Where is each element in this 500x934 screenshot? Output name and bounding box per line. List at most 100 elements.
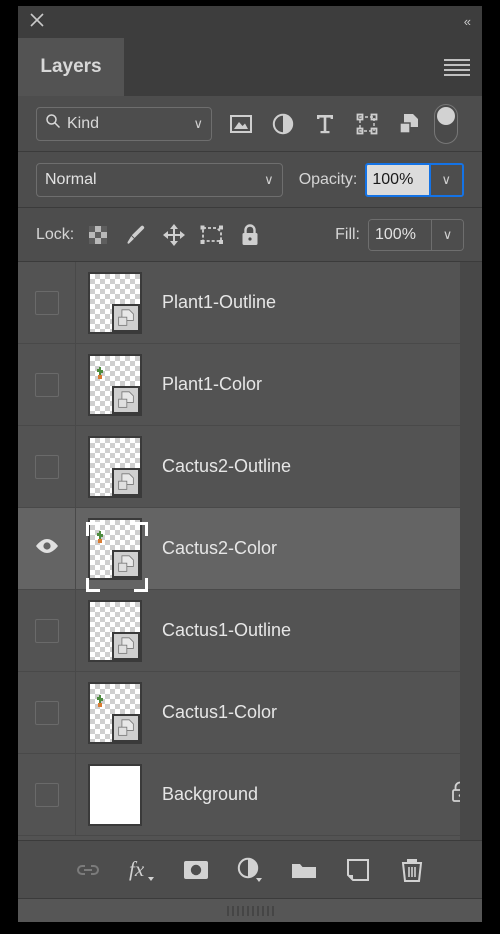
layer-thumbnail	[88, 681, 142, 744]
smart-object-badge-icon	[112, 631, 140, 660]
tab-layers[interactable]: Layers	[18, 38, 124, 96]
layer-visibility-cell[interactable]	[18, 590, 76, 671]
collapse-panel-icon[interactable]: «	[464, 13, 471, 31]
layer-thumbnail	[88, 517, 142, 580]
fill-label: Fill:	[335, 225, 360, 243]
layer-name[interactable]: Cactus2-Color	[154, 538, 438, 559]
cactus-artwork-icon	[97, 366, 103, 379]
opacity-field-group[interactable]: 100% ∨	[365, 162, 464, 197]
eye-toggle-empty-icon[interactable]	[34, 290, 59, 315]
layer-name[interactable]: Cactus1-Outline	[154, 620, 438, 641]
close-icon[interactable]	[28, 13, 46, 31]
fill-input[interactable]: 100%	[369, 219, 431, 250]
layer-visibility-cell[interactable]	[18, 672, 76, 753]
type-layer-filter-icon[interactable]	[312, 111, 338, 137]
lock-position-icon[interactable]	[162, 223, 186, 247]
blend-mode-select[interactable]: Normal ∨	[36, 162, 283, 197]
layer-visibility-cell[interactable]	[18, 262, 76, 343]
layer-visibility-cell[interactable]	[18, 344, 76, 425]
table-row[interactable]: Cactus1-Outline	[18, 590, 482, 672]
table-row[interactable]: Plant1-Color	[18, 344, 482, 426]
eye-toggle-empty-icon[interactable]	[34, 700, 59, 725]
lock-icon-group	[86, 223, 262, 247]
layer-effects-fx-icon[interactable]: fx	[127, 855, 157, 885]
eye-toggle-empty-icon[interactable]	[34, 618, 59, 643]
eye-toggle-empty-icon[interactable]	[34, 782, 59, 807]
pixel-layer-filter-icon[interactable]	[228, 111, 254, 137]
link-layers-icon[interactable]	[73, 855, 103, 885]
layer-thumbnail	[88, 599, 142, 662]
layer-visibility-cell[interactable]	[18, 754, 76, 835]
layers-panel: « Layers Kind ∨ Normal ∨ Opacity: 100% ∨…	[18, 6, 482, 922]
opacity-input[interactable]: 100%	[367, 164, 429, 195]
blend-mode-value: Normal	[45, 170, 97, 188]
layer-thumbnail-cell[interactable]	[76, 353, 154, 416]
blend-opacity-row: Normal ∨ Opacity: 100% ∨	[18, 152, 482, 208]
layer-visibility-cell[interactable]	[18, 426, 76, 507]
layer-name[interactable]: Plant1-Outline	[154, 292, 438, 313]
layer-name[interactable]: Cactus2-Outline	[154, 456, 438, 477]
layer-name[interactable]: Cactus1-Color	[154, 702, 438, 723]
smart-object-badge-icon	[112, 385, 140, 414]
layer-thumbnail	[88, 271, 142, 334]
new-layer-icon[interactable]	[343, 855, 373, 885]
smart-object-badge-icon	[112, 713, 140, 742]
lock-artboard-nesting-icon[interactable]	[200, 223, 224, 247]
layer-name[interactable]: Plant1-Color	[154, 374, 438, 395]
table-row[interactable]: Plant1-Outline	[18, 262, 482, 344]
smart-object-badge-icon	[112, 549, 140, 578]
layer-thumbnail	[88, 435, 142, 498]
table-row[interactable]: Cactus1-Color	[18, 672, 482, 754]
svg-text:fx: fx	[129, 857, 145, 881]
table-row[interactable]: Cactus2-Outline	[18, 426, 482, 508]
add-layer-mask-icon[interactable]	[181, 855, 211, 885]
layer-thumbnail-cell[interactable]	[76, 681, 154, 744]
tabbar-filler	[124, 38, 482, 96]
cactus-artwork-icon	[97, 694, 103, 707]
layer-filter-row: Kind ∨	[18, 96, 482, 152]
new-adjustment-layer-icon[interactable]	[235, 855, 265, 885]
search-icon	[45, 113, 61, 134]
fill-field-group[interactable]: 100% ∨	[368, 218, 464, 251]
smart-object-badge-icon	[112, 467, 140, 496]
hamburger-menu-icon[interactable]	[444, 59, 470, 76]
filter-kind-label: Kind	[67, 114, 100, 132]
filter-kind-select[interactable]: Kind ∨	[36, 106, 212, 141]
layer-thumbnail	[88, 353, 142, 416]
lock-image-pixels-icon[interactable]	[124, 223, 148, 247]
chevron-down-icon: ∨	[193, 115, 203, 131]
table-row[interactable]: Background	[18, 754, 482, 836]
eye-icon[interactable]	[34, 537, 60, 560]
layers-list[interactable]: Plant1-Outline Plant1-Color Cactus2-Outl…	[18, 262, 482, 840]
eye-toggle-empty-icon[interactable]	[34, 372, 59, 397]
layers-bottom-toolbar: fx	[18, 840, 482, 898]
new-group-icon[interactable]	[289, 855, 319, 885]
cactus-artwork-icon	[97, 530, 103, 543]
eye-toggle-empty-icon[interactable]	[34, 454, 59, 479]
smart-object-filter-icon[interactable]	[396, 111, 422, 137]
layer-thumbnail-cell[interactable]	[76, 599, 154, 662]
fill-dropdown-arrow[interactable]: ∨	[431, 219, 463, 250]
shape-layer-filter-icon[interactable]	[354, 111, 380, 137]
layer-thumbnail-cell[interactable]	[76, 763, 154, 826]
delete-layer-icon[interactable]	[397, 855, 427, 885]
filter-type-icons	[228, 111, 422, 137]
panel-tabbar: Layers	[18, 38, 482, 96]
chevron-down-icon: ∨	[264, 171, 274, 187]
layer-visibility-cell[interactable]	[18, 508, 76, 589]
lock-fill-row: Lock: Fill: 100% ∨	[18, 208, 482, 262]
adjustment-layer-filter-icon[interactable]	[270, 111, 296, 137]
lock-all-icon[interactable]	[238, 223, 262, 247]
opacity-dropdown-arrow[interactable]: ∨	[428, 164, 462, 195]
lock-transparency-icon[interactable]	[86, 223, 110, 247]
table-row[interactable]: Cactus2-Color	[18, 508, 482, 592]
layer-thumbnail-cell[interactable]	[76, 271, 154, 334]
layers-scrollbar[interactable]	[460, 262, 482, 840]
lock-label: Lock:	[36, 225, 75, 243]
panel-resize-grip[interactable]	[18, 898, 482, 922]
layer-thumbnail-cell[interactable]	[76, 435, 154, 498]
layer-thumbnail	[88, 763, 142, 826]
layer-thumbnail-cell[interactable]	[76, 517, 154, 592]
filter-enable-toggle[interactable]	[434, 103, 458, 144]
layer-name[interactable]: Background	[154, 784, 438, 805]
